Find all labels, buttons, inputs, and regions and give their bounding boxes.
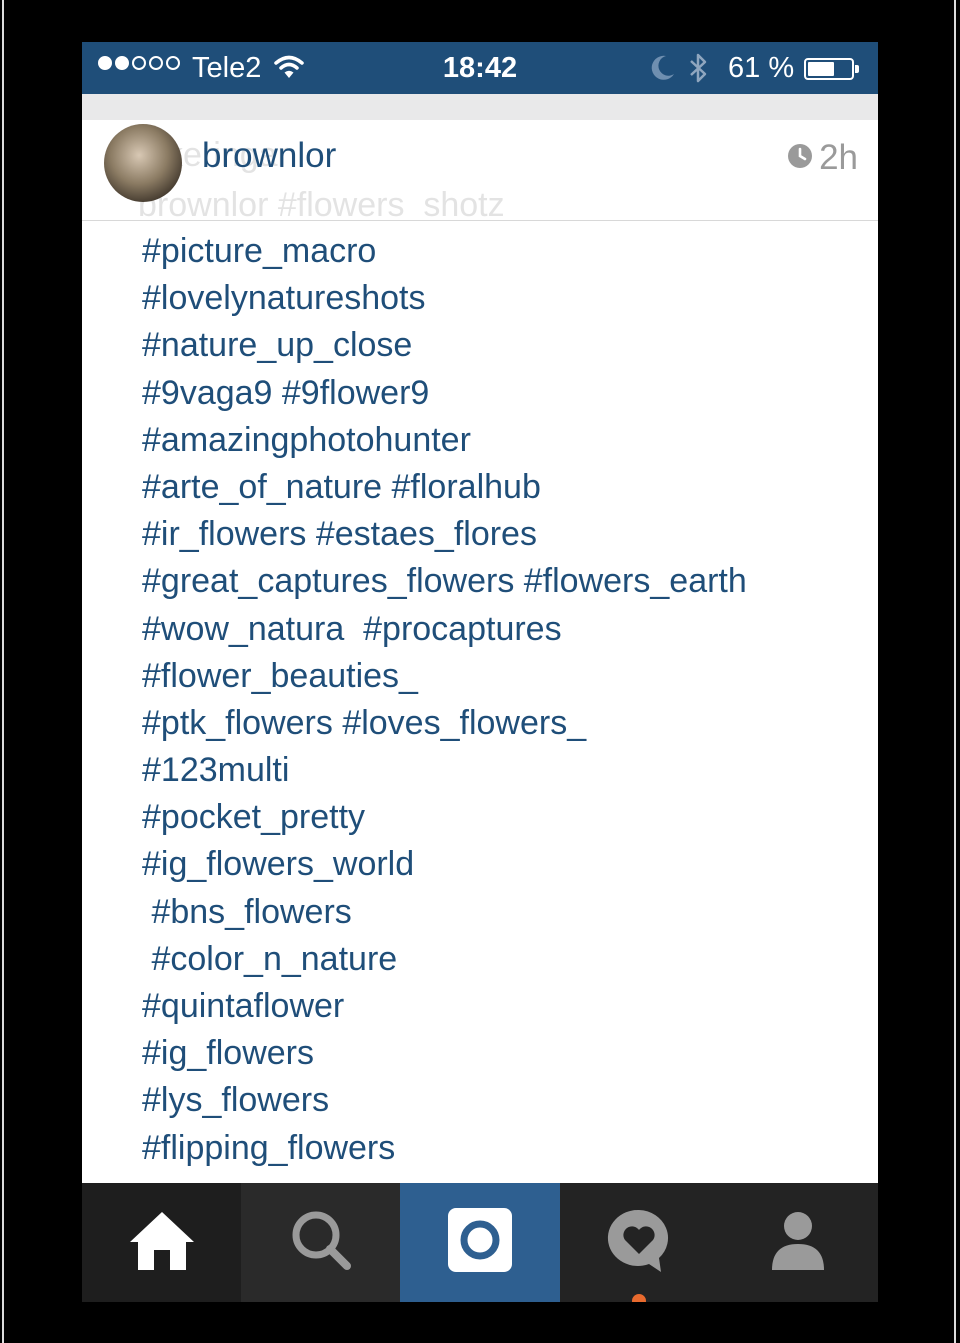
hashtag-line[interactable]: #ig_flowers	[142, 1030, 862, 1077]
hashtag-line[interactable]: #lovelynatureshots	[142, 275, 862, 322]
post-timestamp: 2h	[787, 138, 858, 178]
hashtag-line[interactable]: #bns_flowers	[142, 889, 862, 936]
post-caption: #picture_macro #lovelynatureshots #natur…	[142, 228, 862, 1172]
hashtag-line[interactable]: #ptk_flowers #loves_flowers_	[142, 700, 862, 747]
hashtag-line[interactable]: #pocket_pretty	[142, 794, 862, 841]
tab-home[interactable]	[82, 1183, 242, 1302]
divider-strip	[82, 94, 878, 120]
post-header: keringar brownlor #flowers_shotz brownlo…	[82, 120, 878, 221]
hashtag-line[interactable]: #arte_of_nature #floralhub	[142, 464, 862, 511]
tab-profile[interactable]	[718, 1183, 878, 1302]
hashtag-line[interactable]: #color_n_nature	[142, 936, 862, 983]
tab-activity[interactable]	[559, 1183, 719, 1302]
bluetooth-icon	[688, 52, 710, 92]
tab-bar	[82, 1183, 878, 1302]
hashtag-line[interactable]: #9vaga9 #9flower9	[142, 370, 862, 417]
do-not-disturb-icon	[650, 54, 676, 90]
hashtag-line[interactable]: #wow_natura #procaptures	[142, 606, 862, 653]
notification-dot	[631, 1294, 646, 1302]
hashtag-line[interactable]: #quintaflower	[142, 983, 862, 1030]
ghost-text: brownlor #flowers_shotz	[138, 186, 505, 221]
hashtag-line[interactable]: #lys_flowers	[142, 1077, 862, 1124]
hashtag-line[interactable]: #ir_flowers #estaes_flores	[142, 511, 862, 558]
hashtag-line[interactable]: #123multi	[142, 747, 862, 794]
time-ago: 2h	[819, 138, 858, 177]
avatar[interactable]	[104, 124, 182, 202]
hashtag-line[interactable]: #flipping_flowers	[142, 1125, 862, 1172]
hashtag-line[interactable]: #ig_flowers_world	[142, 841, 862, 888]
home-icon	[126, 1208, 198, 1277]
tab-search[interactable]	[241, 1183, 401, 1302]
hashtag-line[interactable]: #amazingphotohunter	[142, 417, 862, 464]
battery-icon	[804, 58, 859, 80]
battery-percentage: 61 %	[728, 52, 795, 84]
activity-heart-icon	[605, 1206, 673, 1279]
profile-icon	[768, 1208, 828, 1277]
phone-screen: Tele2 18:42 61 % keringar brownlor #flow…	[82, 42, 878, 1302]
tab-camera[interactable]	[400, 1183, 560, 1302]
hashtag-line[interactable]: #nature_up_close	[142, 322, 862, 369]
camera-icon	[446, 1206, 514, 1279]
clock-icon	[787, 138, 813, 178]
hashtag-line[interactable]: #picture_macro	[142, 228, 862, 275]
username-link[interactable]: brownlor	[202, 136, 336, 176]
hashtag-line[interactable]: #flower_beauties_	[142, 653, 862, 700]
status-bar: Tele2 18:42 61 %	[82, 42, 878, 94]
hashtag-line[interactable]: #great_captures_flowers #flowers_earth	[142, 558, 862, 605]
search-icon	[289, 1208, 353, 1277]
